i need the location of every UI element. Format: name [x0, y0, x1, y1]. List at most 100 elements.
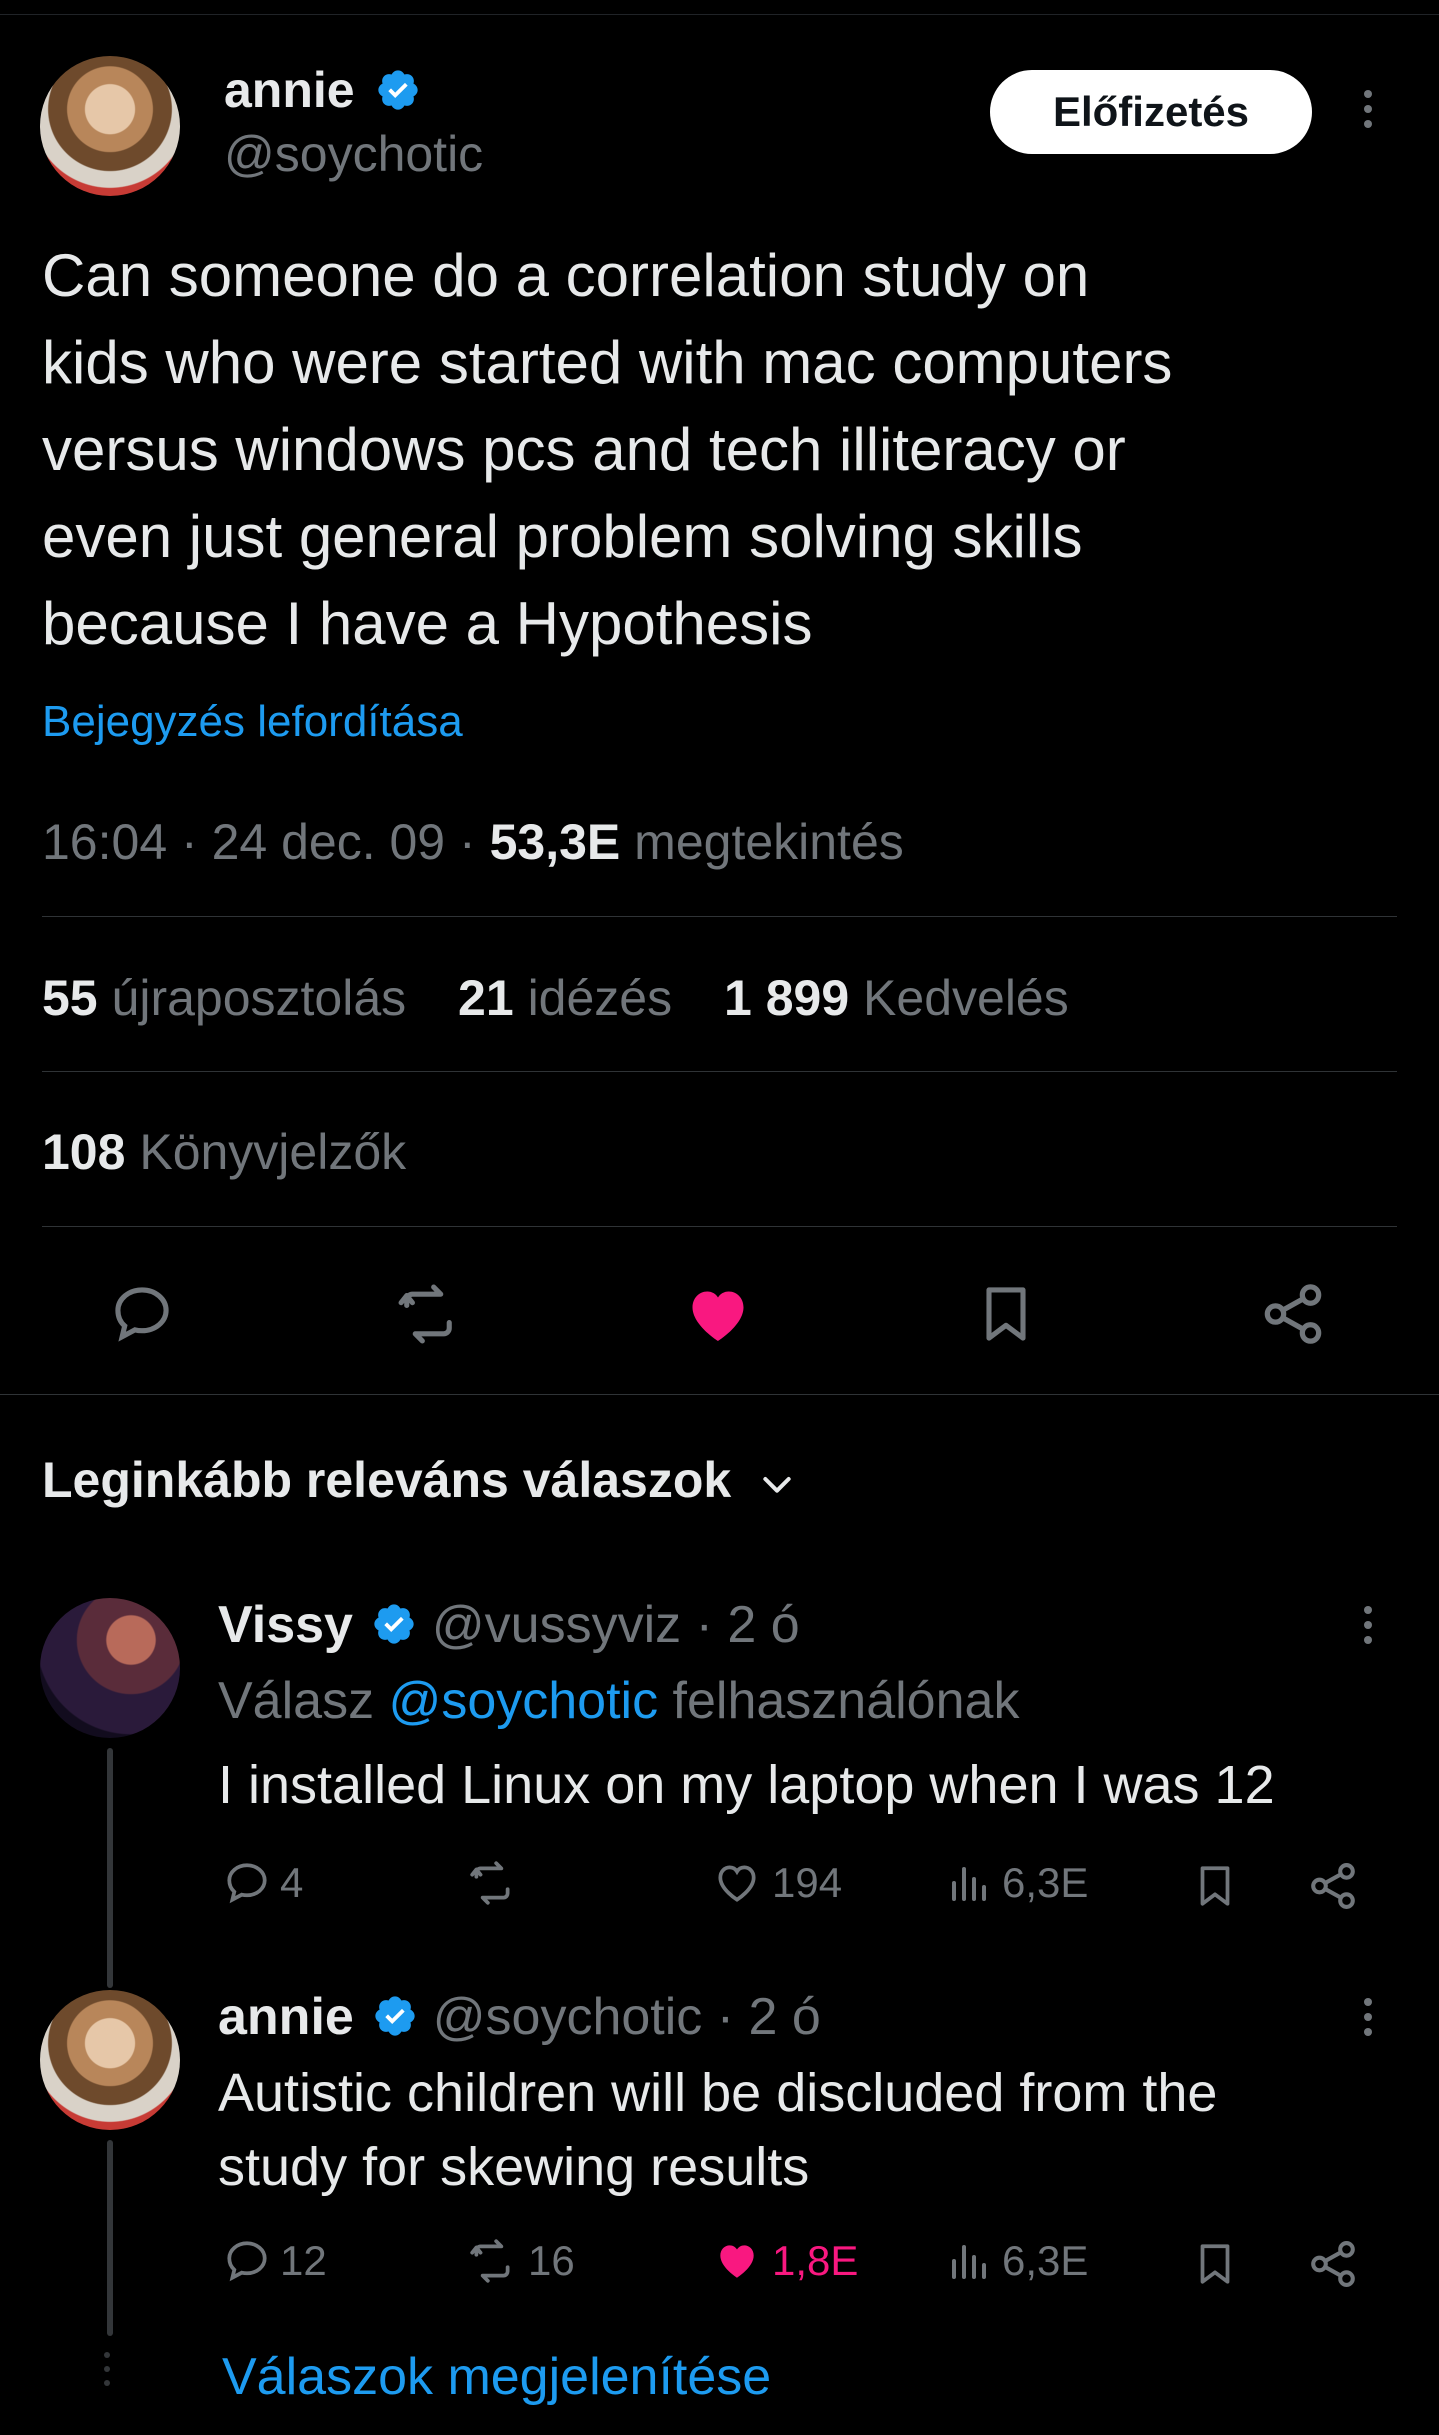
reply-count: 4	[280, 1859, 304, 1906]
verified-badge-icon	[375, 1996, 415, 2036]
like-icon	[720, 2245, 754, 2278]
views-label: megtekintés	[634, 814, 904, 870]
reply-author-name[interactable]: Vissy	[218, 1596, 353, 1654]
thread-line	[107, 2140, 113, 2336]
tweet-time[interactable]: 16:04	[42, 814, 167, 870]
quotes-stat[interactable]: 21 idézés	[458, 970, 672, 1026]
like-count: 1,8E	[772, 2237, 859, 2284]
reply-avatar[interactable]	[40, 1598, 180, 1738]
tweet-text-line: even just general problem solving skills	[42, 503, 1083, 570]
tweet-date[interactable]: 24 dec. 09	[212, 814, 446, 870]
thread-continuation-dots	[104, 2352, 110, 2386]
reply-to-prefix: Válasz	[218, 1672, 375, 1730]
share-icon[interactable]	[1258, 1278, 1328, 1350]
verified-badge-icon	[377, 70, 418, 110]
repost-icon	[470, 1861, 510, 1905]
repost-icon[interactable]	[392, 1280, 464, 1348]
reply-text-line: I installed Linux on my laptop when I wa…	[218, 1755, 1275, 1815]
reply-avatar[interactable]	[40, 1990, 180, 2130]
bookmarks-stat[interactable]: 108 Könyvjelzők	[42, 1122, 406, 1182]
reply-to-suffix: felhasználónak	[672, 1672, 1020, 1730]
quotes-count: 21	[458, 970, 514, 1026]
like-icon[interactable]	[682, 1278, 754, 1350]
bookmark-icon[interactable]	[1190, 2236, 1240, 2292]
repost-action[interactable]: 16	[464, 2236, 575, 2286]
reply-count: 12	[280, 2237, 327, 2284]
reply-icon[interactable]	[108, 1280, 176, 1348]
tweet-text-line: kids who were started with mac computers	[42, 329, 1173, 396]
show-replies-link[interactable]: Válaszok megjelenítése	[222, 2346, 771, 2408]
replies-sort-label: Leginkább releváns válaszok	[42, 1452, 732, 1508]
reply-author-handle[interactable]: @soychotic	[433, 1988, 703, 2046]
reply-time[interactable]: · 2 ó	[717, 1988, 821, 2046]
tweet-text-line: versus windows pcs and tech illiteracy o…	[42, 416, 1126, 483]
divider	[42, 916, 1397, 917]
subscribe-button[interactable]: Előfizetés	[990, 70, 1312, 154]
author-name-row[interactable]: annie	[224, 60, 421, 120]
replies-sort-header[interactable]: Leginkább releváns válaszok	[42, 1450, 797, 1510]
reposts-label: újraposztolás	[111, 970, 407, 1026]
bookmark-icon[interactable]	[1190, 1858, 1240, 1914]
views-icon	[952, 1867, 986, 1901]
meta-separator: ·	[459, 814, 476, 870]
author-avatar[interactable]	[40, 56, 180, 196]
reposts-count: 55	[42, 970, 98, 1026]
top-divider	[0, 14, 1439, 15]
reply-text: I installed Linux on my laptop when I wa…	[218, 1752, 1275, 1818]
likes-stat[interactable]: 1 899 Kedvelés	[724, 970, 1069, 1026]
author-handle[interactable]: @soychotic	[224, 124, 483, 184]
views-action[interactable]: 6,3E	[946, 1858, 1088, 1908]
bookmarks-label: Könyvjelzők	[139, 1124, 407, 1180]
chevron-down-icon	[763, 1476, 791, 1493]
tweet-text: Can someone do a correlation study on ki…	[42, 232, 1172, 667]
tweet-meta: 16:04 · 24 dec. 09 · 53,3E megtekintés	[42, 812, 904, 872]
reply-icon	[227, 2241, 267, 2282]
reply-action[interactable]: 12	[222, 2236, 327, 2286]
reposts-stat[interactable]: 55 újraposztolás	[42, 970, 406, 1026]
tweet-stats: 55 újraposztolás 21 idézés 1 899 Kedvelé…	[42, 968, 1069, 1028]
reply-icon	[227, 1863, 267, 1904]
likes-label: Kedvelés	[863, 970, 1069, 1026]
meta-separator: ·	[181, 814, 198, 870]
share-icon[interactable]	[1306, 1858, 1360, 1914]
repost-icon	[470, 2239, 510, 2283]
reply-author-handle[interactable]: @vussyviz	[432, 1596, 681, 1654]
views-count: 53,3E	[489, 814, 621, 870]
reply-author-name[interactable]: annie	[218, 1988, 354, 2046]
divider	[0, 1394, 1439, 1395]
reply-action[interactable]: 4	[222, 1858, 303, 1908]
more-icon[interactable]	[1364, 1998, 1372, 2036]
likes-count: 1 899	[724, 970, 850, 1026]
reply-time[interactable]: · 2 ó	[696, 1596, 800, 1654]
tweet-text-line: Can someone do a correlation study on	[42, 242, 1090, 309]
reply-header: Vissy @vussyviz · 2 ó	[218, 1594, 800, 1656]
reply-to-handle[interactable]: @soychotic	[389, 1672, 659, 1730]
reply-to-line: Válasz @soychotic felhasználónak	[218, 1670, 1019, 1732]
author-name[interactable]: annie	[224, 62, 355, 118]
view-count: 6,3E	[1002, 1859, 1089, 1906]
like-action[interactable]: 194	[710, 1858, 842, 1908]
repost-count: 16	[528, 2237, 575, 2284]
reply-header: annie @soychotic · 2 ó	[218, 1986, 821, 2048]
repost-action[interactable]	[464, 1858, 528, 1908]
reply-text-line: Autistic children will be discluded from…	[218, 2063, 1218, 2123]
views-action[interactable]: 6,3E	[946, 2236, 1088, 2286]
quotes-label: idézés	[527, 970, 673, 1026]
like-icon	[718, 1865, 756, 1902]
like-count: 194	[772, 1859, 843, 1906]
more-icon[interactable]	[1364, 90, 1372, 128]
verified-badge-icon	[374, 1604, 415, 1644]
reply-text-line: study for skewing results	[218, 2137, 810, 2197]
share-icon[interactable]	[1306, 2236, 1360, 2292]
like-action[interactable]: 1,8E	[710, 2236, 858, 2286]
translate-link[interactable]: Bejegyzés lefordítása	[42, 696, 463, 748]
divider	[42, 1071, 1397, 1072]
views-icon	[952, 2245, 986, 2279]
reply-text: Autistic children will be discluded from…	[218, 2056, 1217, 2204]
thread-line	[107, 1748, 113, 1988]
bookmark-icon[interactable]	[972, 1278, 1040, 1350]
tweet-text-line: because I have a Hypothesis	[42, 590, 813, 657]
view-count: 6,3E	[1002, 2237, 1089, 2284]
more-icon[interactable]	[1364, 1606, 1372, 1644]
bookmarks-count: 108	[42, 1124, 126, 1180]
